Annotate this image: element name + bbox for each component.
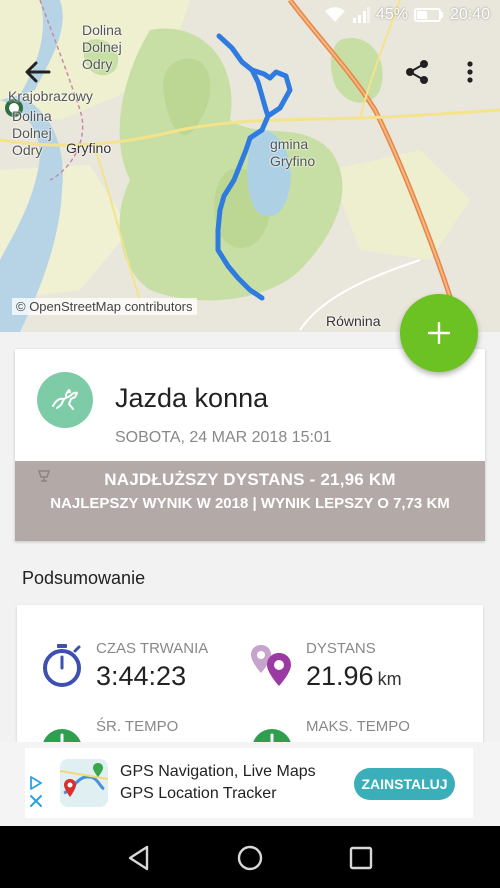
more-vert-icon xyxy=(467,61,473,83)
ad-banner[interactable]: GPS Navigation, Live Maps GPS Location T… xyxy=(0,742,500,826)
stat-max-speed: MAKS. TEMPO xyxy=(306,718,410,735)
map-label-gmina: gmina Gryfino xyxy=(270,136,316,169)
map-attribution[interactable]: © OpenStreetMap contributors xyxy=(12,298,197,315)
add-button[interactable] xyxy=(400,294,478,372)
nav-back-button[interactable] xyxy=(124,843,154,873)
stat-avg-speed-label: ŚR. TEMPO xyxy=(96,718,179,735)
record-detail: NAJLEPSZY WYNIK W 2018 | WYNIK LEPSZY O … xyxy=(50,495,450,512)
signal-icon xyxy=(352,7,370,23)
nav-recents-button[interactable] xyxy=(346,843,376,873)
nav-recents-icon xyxy=(349,846,373,870)
stat-distance-unit: km xyxy=(377,669,402,689)
ad-subtitle: GPS Location Tracker xyxy=(120,785,277,802)
horse-riding-icon xyxy=(52,389,78,410)
map-label-gryfino: Gryfino xyxy=(66,140,112,156)
stat-duration: CZAS TRWANIA 3:44:23 xyxy=(96,640,208,692)
trophy-icon xyxy=(38,470,50,482)
nav-home-button[interactable] xyxy=(235,843,265,873)
share-icon xyxy=(406,60,428,84)
ad-title: GPS Navigation, Live Maps xyxy=(120,763,316,780)
stat-distance-value: 21.96 km xyxy=(306,661,402,691)
summary-heading: Podsumowanie xyxy=(22,568,146,588)
ad-badges[interactable] xyxy=(29,776,43,808)
summary-card: CZAS TRWANIA 3:44:23 DYSTANS 21.96 km ŚR.… xyxy=(17,605,483,765)
map-label-rownina: Równina xyxy=(326,313,381,329)
system-nav-bar xyxy=(0,826,500,888)
adchoices-icon[interactable] xyxy=(29,776,43,790)
personal-record-banner: NAJDŁUŻSZY DYSTANS - 21,96 KM NAJLEPSZY … xyxy=(15,461,485,541)
map-pins-icon xyxy=(251,645,291,686)
activity-title: Jazda konna xyxy=(115,383,269,413)
install-button[interactable]: ZAINSTALUJ xyxy=(354,768,455,800)
plus-icon xyxy=(428,322,450,344)
ad-close-icon[interactable] xyxy=(29,794,43,808)
back-button[interactable] xyxy=(16,50,60,94)
clock: 20:40 xyxy=(449,6,490,23)
arrow-left-icon xyxy=(25,61,51,83)
stat-duration-value: 3:44:23 xyxy=(96,661,187,691)
stat-avg-speed: ŚR. TEMPO xyxy=(96,718,178,735)
battery-percent: 45% xyxy=(375,6,408,23)
gps-app-icon xyxy=(60,759,108,807)
status-bar: 45% 20:40 xyxy=(0,0,500,34)
stopwatch-icon xyxy=(43,644,81,687)
stat-duration-label: CZAS TRWANIA xyxy=(96,640,209,657)
battery-icon xyxy=(413,8,443,22)
activity-card: Jazda konna SOBOTA, 24 MAR 2018 15:01 NA… xyxy=(15,349,485,541)
ad-container[interactable]: GPS Navigation, Live Maps GPS Location T… xyxy=(25,748,473,818)
more-options-button[interactable] xyxy=(448,50,492,94)
activity-date: SOBOTA, 24 MAR 2018 15:01 xyxy=(115,429,332,446)
nav-back-icon xyxy=(128,845,149,871)
ad-text[interactable]: GPS Navigation, Live Maps GPS Location T… xyxy=(120,761,316,805)
share-button[interactable] xyxy=(395,50,439,94)
stat-max-speed-label: MAKS. TEMPO xyxy=(306,718,410,735)
map-label-dolina-left: Dolina Dolnej Odry xyxy=(12,108,52,158)
nav-home-icon xyxy=(237,845,263,871)
wifi-icon xyxy=(324,7,345,22)
ad-app-icon[interactable] xyxy=(60,759,108,807)
activity-type-badge xyxy=(37,372,93,428)
stat-distance: DYSTANS 21.96 km xyxy=(306,640,402,692)
record-title: NAJDŁUŻSZY DYSTANS - 21,96 KM xyxy=(104,470,396,489)
stat-distance-label: DYSTANS xyxy=(306,640,376,657)
